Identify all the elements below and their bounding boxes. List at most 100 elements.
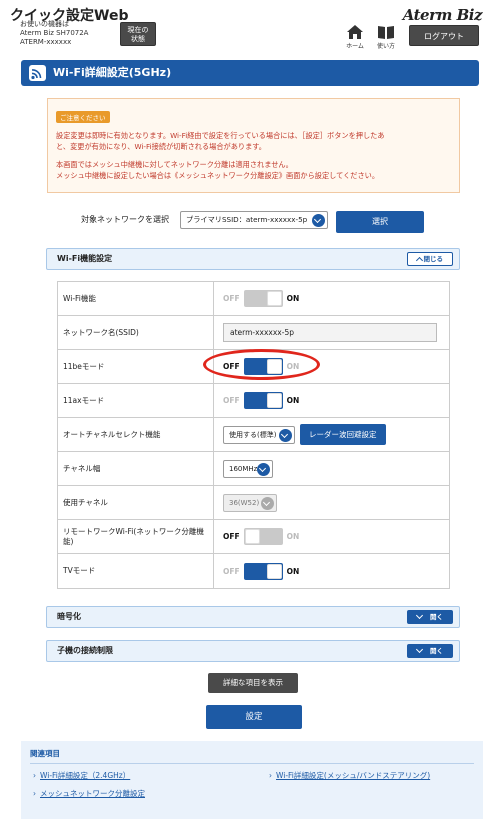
current-status-label: 状態 xyxy=(131,35,145,43)
notice-line: 設定変更は即時に有効となります。Wi-Fi経由で設定を行っている場合には、［設定… xyxy=(56,131,385,140)
chevron-down-icon xyxy=(415,645,424,654)
toggle-track xyxy=(243,290,283,307)
device-info-line: お使いの機器は xyxy=(20,20,69,28)
section-open-button[interactable]: 開く xyxy=(407,644,453,658)
toggle-knob xyxy=(266,393,282,408)
current-status-button[interactable]: 現在の 状態 xyxy=(120,22,156,46)
network-select-label: 対象ネットワークを選択 xyxy=(81,215,169,224)
section-title: Wi-Fi機能設定 xyxy=(57,254,113,263)
toggle-off-label: OFF xyxy=(223,532,240,541)
logout-button[interactable]: ログアウト xyxy=(409,25,479,46)
network-select[interactable]: プライマリSSID：aterm-xxxxxx-5p xyxy=(180,211,328,229)
table-row: ネットワーク名(SSID) aterm-xxxxxx-5p xyxy=(58,316,449,350)
row-label: リモートワークWi-Fi(ネットワーク分離機能) xyxy=(58,520,214,553)
chevron-up-icon xyxy=(415,256,424,265)
toggle-on-label: ON xyxy=(286,396,300,405)
page-title: Wi-Fi詳細設定(5GHz) xyxy=(53,66,172,79)
section-toggle-label: 開く xyxy=(430,613,443,621)
toggle-knob xyxy=(266,291,282,306)
chevron-down-icon xyxy=(279,428,292,442)
device-info-line: Aterm Biz SH7072A xyxy=(20,29,89,37)
row-label: 使用チャネル xyxy=(58,486,214,519)
row-label: TVモード xyxy=(58,554,214,588)
howto-label: 使い方 xyxy=(376,43,395,50)
table-row: オートチャネルセレクト機能 使用する(標準) レーダー波回避設定 xyxy=(58,418,449,452)
section-close-button[interactable]: 閉じる xyxy=(407,252,453,266)
notice-line: と、変更が有効になり、Wi-Fi接続が切断される場合があります。 xyxy=(56,142,266,151)
section-encryption: 暗号化 開く xyxy=(46,606,460,628)
11ax-mode-toggle[interactable]: OFF ON xyxy=(223,392,299,409)
channel-width-value: 160MHz xyxy=(229,464,258,473)
wifi-function-toggle[interactable]: OFF ON xyxy=(223,290,299,307)
show-details-button[interactable]: 詳細な項目を表示 xyxy=(208,673,298,693)
channel-width-select[interactable]: 160MHz xyxy=(223,459,273,478)
table-row: 11axモード OFF ON xyxy=(58,384,449,418)
chevron-down-icon xyxy=(257,462,270,476)
channel-select: 36(W52) xyxy=(223,493,277,512)
link-wifi-mesh[interactable]: Wi-Fi詳細設定(メッシュ/バンドステアリング) xyxy=(269,770,430,781)
book-icon xyxy=(378,26,394,39)
howto-link[interactable]: 使い方 xyxy=(374,24,398,50)
toggle-track xyxy=(243,392,283,409)
network-select-value: プライマリSSID：aterm-xxxxxx-5p xyxy=(186,215,308,224)
notice-line: メッシュ中継機に設定したい場合は《メッシュネットワーク分離設定》画面から設定して… xyxy=(56,171,380,180)
link-mesh-isolation[interactable]: メッシュネットワーク分離設定 xyxy=(33,788,145,799)
table-row: チャネル幅 160MHz xyxy=(58,452,449,486)
auto-channel-value: 使用する(標準) xyxy=(229,430,277,439)
toggle-on-label: ON xyxy=(286,294,300,303)
page-title-bar: Wi-Fi詳細設定(5GHz) xyxy=(21,60,479,86)
table-row: 使用チャネル 36(W52) xyxy=(58,486,449,520)
ssid-field[interactable]: aterm-xxxxxx-5p xyxy=(223,323,437,342)
wifi-icon xyxy=(29,65,46,81)
toggle-off-label: OFF xyxy=(223,566,240,576)
row-label: ネットワーク名(SSID) xyxy=(58,316,214,349)
notice-box: ご注意ください 設定変更は即時に有効となります。Wi-Fi経由で設定を行っている… xyxy=(47,98,460,193)
notice-text: 本画面ではメッシュ中継機に対してネットワーク分離は適用されません。 メッシュ中継… xyxy=(56,159,451,181)
home-link[interactable]: ホーム xyxy=(343,24,367,50)
notice-text: 設定変更は即時に有効となります。Wi-Fi経由で設定を行っている場合には、［設定… xyxy=(56,130,451,152)
device-info: お使いの機器は Aterm Biz SH7072A ATERM-xxxxxx xyxy=(20,20,88,47)
section-title: 子機の接続制限 xyxy=(57,646,113,655)
related-items: 関連項目 Wi-Fi詳細設定（2.4GHz） Wi-Fi詳細設定(メッシュ/バン… xyxy=(21,741,483,819)
section-toggle-label: 閉じる xyxy=(423,255,444,263)
section-access-limit: 子機の接続制限 開く xyxy=(46,640,460,662)
channel-value: 36(W52) xyxy=(229,498,260,507)
section-wifi-function: Wi-Fi機能設定 閉じる xyxy=(46,248,460,270)
current-status-label: 現在の xyxy=(127,26,149,34)
table-row: リモートワークWi-Fi(ネットワーク分離機能) OFF ON xyxy=(58,520,449,554)
remote-work-wifi-toggle[interactable]: OFF ON xyxy=(223,528,299,545)
brand-logo: Aterm Biz xyxy=(402,6,483,24)
home-label: ホーム xyxy=(346,43,364,50)
chevron-down-icon xyxy=(312,214,325,227)
toggle-knob xyxy=(266,563,282,579)
table-row: TVモード OFF ON xyxy=(58,554,449,588)
device-info-line: ATERM-xxxxxx xyxy=(20,38,72,46)
chevron-down-icon xyxy=(261,496,274,510)
section-toggle-label: 開く xyxy=(430,647,443,655)
section-open-button[interactable]: 開く xyxy=(407,610,453,624)
home-icon xyxy=(347,25,363,39)
row-label: 11axモード xyxy=(58,384,214,417)
toggle-on-label: ON xyxy=(286,532,300,541)
save-button[interactable]: 設定 xyxy=(206,705,302,729)
radar-avoidance-button[interactable]: レーダー波回避設定 xyxy=(300,424,386,445)
row-label: 11beモード xyxy=(58,350,214,383)
select-button[interactable]: 選択 xyxy=(336,211,424,233)
row-label: チャネル幅 xyxy=(58,452,214,485)
tv-mode-toggle[interactable]: OFF ON xyxy=(223,562,300,580)
chevron-down-icon xyxy=(415,611,424,620)
header: クイック設定Web お使いの機器は Aterm Biz SH7072A ATER… xyxy=(0,0,500,52)
toggle-knob xyxy=(244,529,260,544)
auto-channel-select[interactable]: 使用する(標準) xyxy=(223,425,295,444)
link-wifi-2-4ghz[interactable]: Wi-Fi詳細設定（2.4GHz） xyxy=(33,770,130,781)
toggle-off-label: OFF xyxy=(223,396,240,405)
toggle-track xyxy=(243,562,283,580)
section-title: 暗号化 xyxy=(57,612,81,621)
wifi-settings-table: Wi-Fi機能 OFF ON ネットワーク名(SSID) aterm-xxxxx… xyxy=(57,281,450,589)
row-label: Wi-Fi機能 xyxy=(58,282,214,315)
toggle-off-label: OFF xyxy=(223,294,240,303)
notice-line: 本画面ではメッシュ中継機に対してネットワーク分離は適用されません。 xyxy=(56,160,293,169)
notice-tag: ご注意ください xyxy=(56,111,110,123)
table-row: Wi-Fi機能 OFF ON xyxy=(58,282,449,316)
toggle-on-label: ON xyxy=(286,566,300,576)
